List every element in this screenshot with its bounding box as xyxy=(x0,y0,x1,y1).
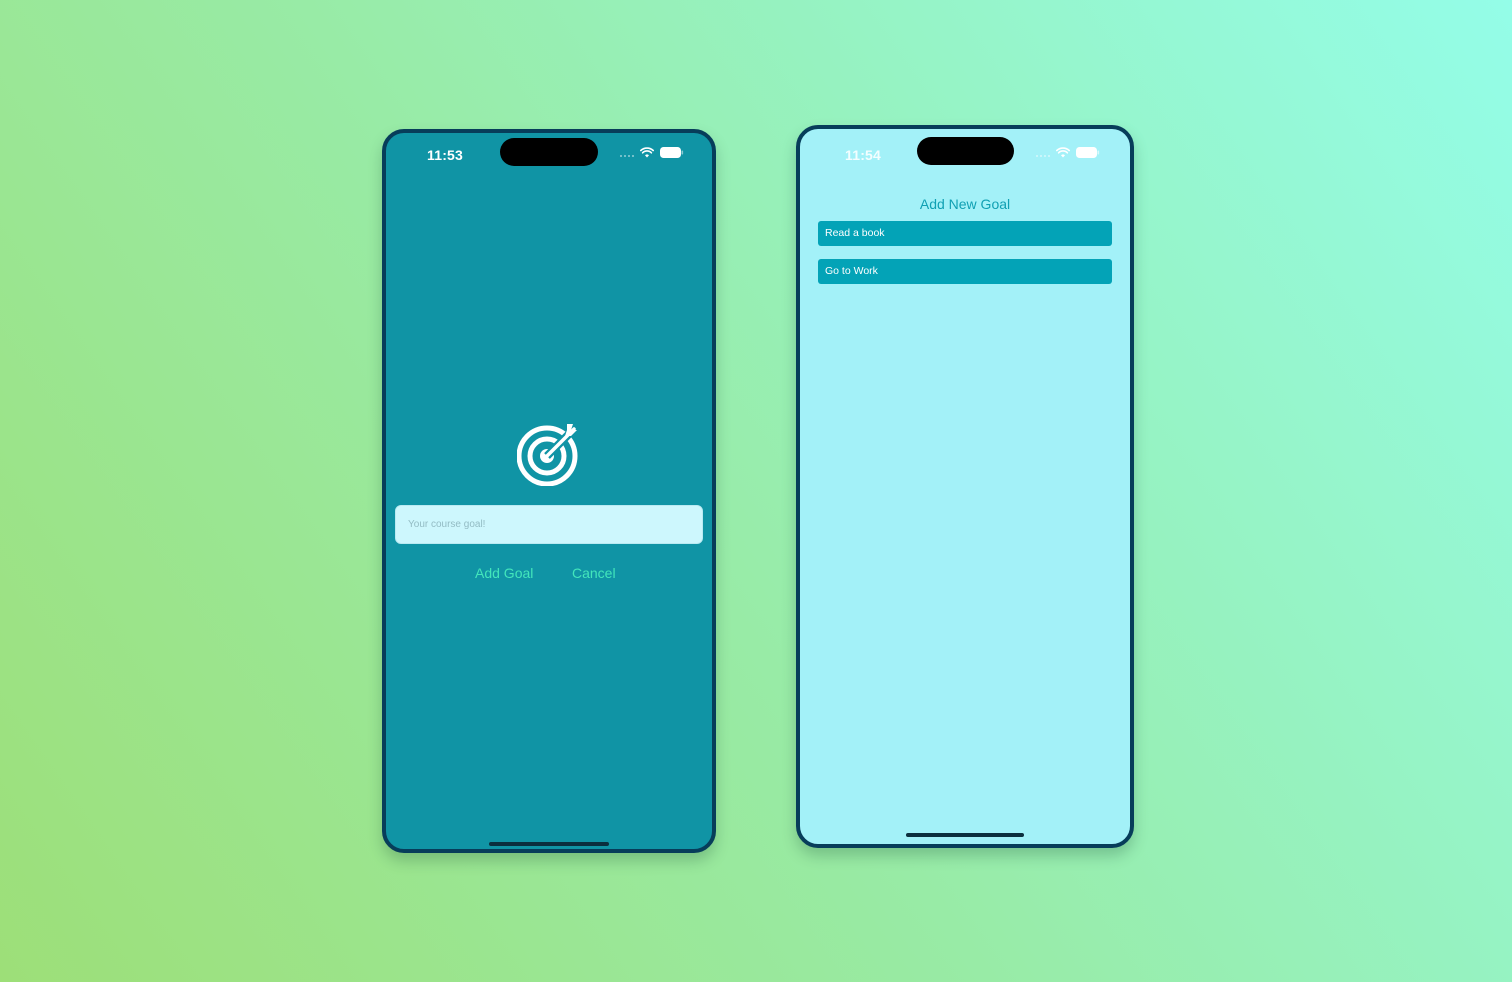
home-indicator xyxy=(489,842,609,846)
wifi-icon xyxy=(640,147,654,158)
phone-modal-screen: 11:53 Add Goal Cancel xyxy=(382,129,716,853)
add-new-goal-button[interactable]: Add New Goal xyxy=(800,196,1130,212)
course-goal-input[interactable] xyxy=(395,505,703,544)
goal-item[interactable]: Read a book xyxy=(818,221,1112,246)
status-icons xyxy=(620,147,684,158)
target-icon xyxy=(517,424,578,486)
goal-item[interactable]: Go to Work xyxy=(818,259,1112,284)
home-indicator xyxy=(906,833,1024,837)
signal-dots-icon xyxy=(1036,154,1050,157)
phone-list-screen: 11:54 Add New Goal Read a book Go to Wor… xyxy=(796,125,1134,848)
status-icons xyxy=(1036,147,1100,158)
status-time: 11:53 xyxy=(427,147,464,163)
dynamic-island xyxy=(917,137,1014,165)
add-goal-button[interactable]: Add Goal xyxy=(475,565,533,581)
signal-dots-icon xyxy=(620,154,634,157)
cancel-button[interactable]: Cancel xyxy=(572,565,616,581)
wifi-icon xyxy=(1056,147,1070,158)
battery-icon xyxy=(1076,147,1100,158)
goal-list: Read a book Go to Work xyxy=(818,221,1112,297)
status-time: 11:54 xyxy=(845,147,882,163)
dynamic-island xyxy=(500,138,598,166)
battery-icon xyxy=(660,147,684,158)
